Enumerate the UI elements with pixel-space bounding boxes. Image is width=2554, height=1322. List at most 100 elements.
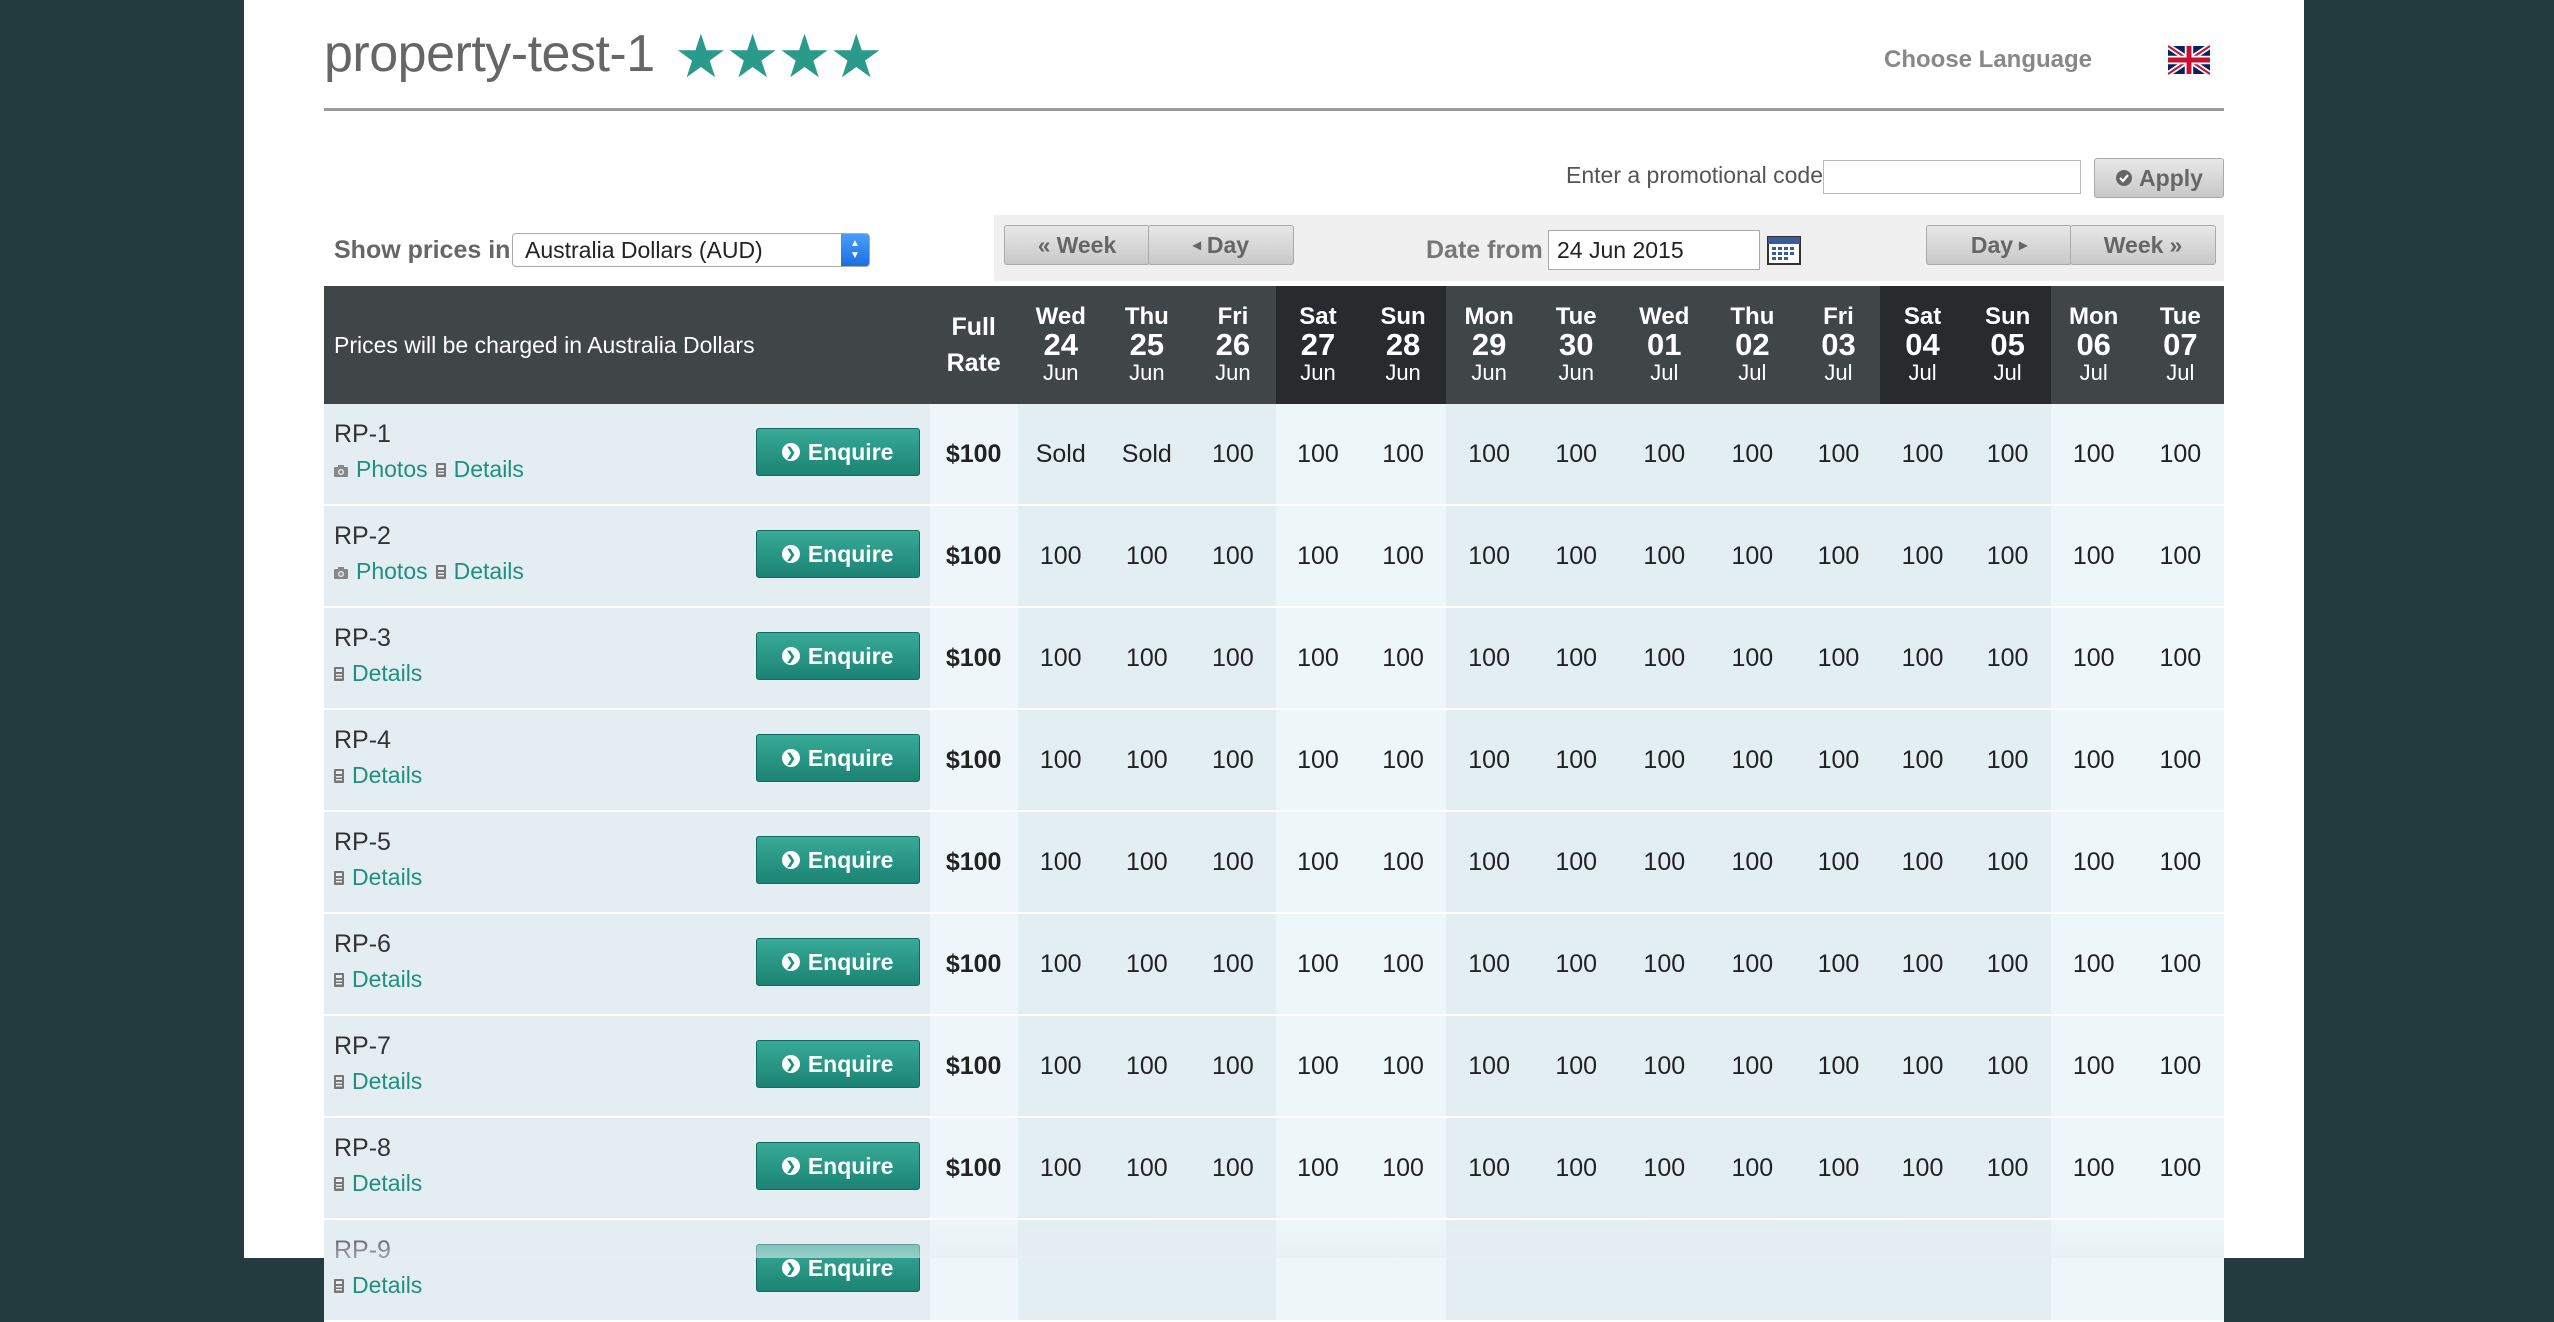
- sold-cell[interactable]: Sold: [1103, 404, 1190, 506]
- price-cell[interactable]: 100: [2050, 1117, 2137, 1220]
- price-cell[interactable]: 100: [1708, 505, 1797, 608]
- price-cell[interactable]: 100: [2136, 505, 2224, 608]
- price-cell[interactable]: 100: [2136, 404, 2224, 506]
- enquire-button[interactable]: ❯ Enquire: [755, 632, 920, 680]
- price-cell[interactable]: 100: [1103, 709, 1190, 812]
- price-cell[interactable]: 100: [1880, 709, 1965, 812]
- day-forward-button[interactable]: Day ▸: [1926, 225, 2072, 265]
- price-cell[interactable]: 100: [1189, 913, 1276, 1016]
- price-cell[interactable]: 100: [1620, 505, 1709, 608]
- enquire-button[interactable]: ❯ Enquire: [755, 1244, 920, 1292]
- price-cell[interactable]: 100: [1360, 404, 1447, 506]
- price-cell[interactable]: 100: [1620, 404, 1709, 506]
- price-cell[interactable]: [1017, 1219, 1104, 1322]
- price-cell[interactable]: 100: [1964, 505, 2051, 608]
- price-cell[interactable]: 100: [1796, 913, 1881, 1016]
- price-cell[interactable]: 100: [1708, 404, 1797, 506]
- price-cell[interactable]: 100: [1360, 1117, 1447, 1220]
- price-cell[interactable]: 100: [1275, 1015, 1361, 1118]
- price-cell[interactable]: 100: [1275, 709, 1361, 812]
- price-cell[interactable]: 100: [1532, 1117, 1621, 1220]
- price-cell[interactable]: 100: [1708, 913, 1797, 1016]
- currency-select[interactable]: Australia Dollars (AUD) ▲ ▼: [512, 233, 870, 267]
- details-link[interactable]: Details: [352, 864, 422, 891]
- price-cell[interactable]: 100: [1532, 607, 1621, 710]
- price-cell[interactable]: 100: [1708, 1015, 1797, 1118]
- promo-code-input[interactable]: [1823, 160, 2081, 194]
- uk-flag-icon[interactable]: [2168, 44, 2210, 76]
- price-cell[interactable]: 100: [2050, 505, 2137, 608]
- price-cell[interactable]: 100: [1275, 811, 1361, 914]
- details-link[interactable]: Details: [352, 762, 422, 789]
- price-cell[interactable]: 100: [1964, 1015, 2051, 1118]
- price-cell[interactable]: 100: [2050, 404, 2137, 506]
- details-link[interactable]: Details: [454, 558, 524, 585]
- enquire-button[interactable]: ❯ Enquire: [755, 428, 920, 476]
- price-cell[interactable]: 100: [2050, 1015, 2137, 1118]
- details-link[interactable]: Details: [352, 660, 422, 687]
- price-cell[interactable]: 100: [1017, 709, 1104, 812]
- enquire-button[interactable]: ❯ Enquire: [755, 938, 920, 986]
- price-cell[interactable]: 100: [1708, 709, 1797, 812]
- price-cell[interactable]: 100: [1360, 607, 1447, 710]
- price-cell[interactable]: 100: [1103, 811, 1190, 914]
- price-cell[interactable]: 100: [1189, 607, 1276, 710]
- price-cell[interactable]: 100: [1708, 811, 1797, 914]
- price-cell[interactable]: 100: [1880, 913, 1965, 1016]
- price-cell[interactable]: [1708, 1219, 1797, 1322]
- price-cell[interactable]: 100: [1620, 1015, 1709, 1118]
- photos-link[interactable]: Photos: [356, 558, 428, 585]
- price-cell[interactable]: 100: [1446, 1015, 1533, 1118]
- week-back-button[interactable]: « Week: [1004, 225, 1150, 265]
- details-link[interactable]: Details: [352, 1272, 422, 1299]
- price-cell[interactable]: 100: [1446, 709, 1533, 812]
- price-cell[interactable]: 100: [1880, 607, 1965, 710]
- price-cell[interactable]: 100: [2136, 811, 2224, 914]
- price-cell[interactable]: 100: [1275, 913, 1361, 1016]
- price-cell[interactable]: 100: [1796, 1117, 1881, 1220]
- price-cell[interactable]: 100: [1880, 1015, 1965, 1118]
- price-cell[interactable]: 100: [1103, 913, 1190, 1016]
- price-cell[interactable]: [1964, 1219, 2051, 1322]
- price-cell[interactable]: 100: [1103, 607, 1190, 710]
- price-cell[interactable]: 100: [1796, 607, 1881, 710]
- details-link[interactable]: Details: [454, 456, 524, 483]
- enquire-button[interactable]: ❯ Enquire: [755, 734, 920, 782]
- price-cell[interactable]: [1620, 1219, 1709, 1322]
- price-cell[interactable]: 100: [1275, 1117, 1361, 1220]
- price-cell[interactable]: 100: [1360, 505, 1447, 608]
- price-cell[interactable]: 100: [2136, 607, 2224, 710]
- price-cell[interactable]: 100: [1708, 1117, 1797, 1220]
- price-cell[interactable]: [1275, 1219, 1361, 1322]
- price-cell[interactable]: 100: [1796, 404, 1881, 506]
- price-cell[interactable]: 100: [1017, 607, 1104, 710]
- price-cell[interactable]: 100: [1964, 607, 2051, 710]
- price-cell[interactable]: 100: [1275, 505, 1361, 608]
- price-cell[interactable]: 100: [1532, 505, 1621, 608]
- price-cell[interactable]: [1189, 1219, 1276, 1322]
- details-link[interactable]: Details: [352, 1170, 422, 1197]
- calendar-icon[interactable]: [1766, 232, 1802, 266]
- price-cell[interactable]: [1532, 1219, 1621, 1322]
- price-cell[interactable]: 100: [1880, 811, 1965, 914]
- price-cell[interactable]: 100: [1708, 607, 1797, 710]
- price-cell[interactable]: 100: [2136, 1015, 2224, 1118]
- price-cell[interactable]: 100: [1796, 1015, 1881, 1118]
- enquire-button[interactable]: ❯ Enquire: [755, 1040, 920, 1088]
- price-cell[interactable]: 100: [1880, 505, 1965, 608]
- details-link[interactable]: Details: [352, 966, 422, 993]
- price-cell[interactable]: [1446, 1219, 1533, 1322]
- price-cell[interactable]: 100: [1796, 709, 1881, 812]
- price-cell[interactable]: [1880, 1219, 1965, 1322]
- day-back-button[interactable]: ◂ Day: [1148, 225, 1294, 265]
- price-cell[interactable]: 100: [1446, 607, 1533, 710]
- price-cell[interactable]: 100: [1620, 607, 1709, 710]
- price-cell[interactable]: 100: [2050, 811, 2137, 914]
- price-cell[interactable]: 100: [1189, 505, 1276, 608]
- price-cell[interactable]: 100: [1964, 404, 2051, 506]
- price-cell[interactable]: 100: [1446, 1117, 1533, 1220]
- price-cell[interactable]: 100: [1189, 811, 1276, 914]
- sold-cell[interactable]: Sold: [1017, 404, 1104, 506]
- enquire-button[interactable]: ❯ Enquire: [755, 1142, 920, 1190]
- price-cell[interactable]: 100: [1360, 709, 1447, 812]
